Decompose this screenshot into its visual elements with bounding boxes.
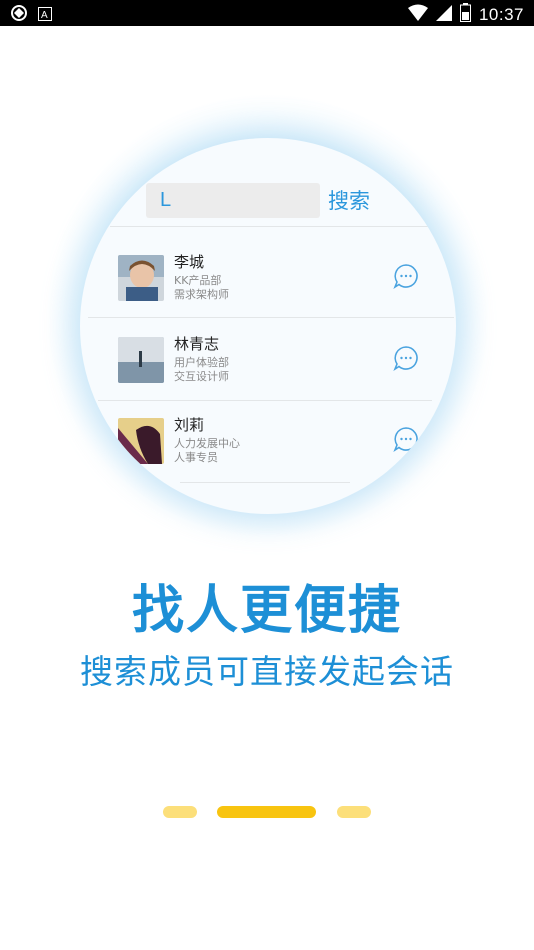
avatar: [118, 418, 164, 464]
feature-illustration: L 搜索 李城 KK产品部 需求架构师 林青志 用户体验部 交互设计师 刘莉 人…: [80, 138, 456, 514]
feature-headline: 找人更便捷: [131, 581, 402, 641]
svg-text:A: A: [41, 10, 48, 21]
contact-title: 交互设计师: [174, 370, 229, 383]
avatar: [118, 337, 164, 383]
battery-icon: [459, 3, 471, 26]
list-item[interactable]: 林青志 用户体验部 交互设计师: [118, 335, 438, 409]
list-item[interactable]: 刘莉 人力发展中心 人事专员: [118, 416, 438, 490]
status-bar: A 10:37: [0, 0, 534, 26]
contact-title: 人事专员: [174, 451, 218, 464]
page-dot[interactable]: [163, 806, 197, 818]
signal-icon: [435, 4, 452, 26]
page-dot-active[interactable]: [217, 806, 316, 818]
contact-title: 需求架构师: [174, 288, 229, 301]
wifi-icon: [407, 4, 428, 26]
status-time: 10:37: [478, 4, 524, 24]
sync-icon: [10, 4, 28, 26]
divider: [110, 226, 428, 227]
search-input-value: L: [160, 189, 172, 211]
contact-name: 刘莉: [174, 416, 205, 434]
page-indicator: [0, 806, 534, 820]
divider: [98, 400, 432, 401]
divider: [180, 482, 350, 483]
chat-bubble-icon[interactable]: [393, 345, 419, 371]
font-icon: A: [38, 6, 52, 25]
contact-name: 李城: [174, 253, 205, 271]
search-button[interactable]: 搜索: [328, 185, 370, 215]
divider: [88, 317, 454, 318]
contact-name: 林青志: [174, 335, 220, 353]
search-input[interactable]: L: [146, 183, 320, 218]
avatar: [118, 255, 164, 301]
chat-bubble-icon[interactable]: [393, 263, 419, 289]
feature-subtitle: 搜索成员可直接发起会话: [80, 652, 454, 691]
page-dot[interactable]: [337, 806, 371, 818]
chat-bubble-icon[interactable]: [393, 426, 419, 452]
